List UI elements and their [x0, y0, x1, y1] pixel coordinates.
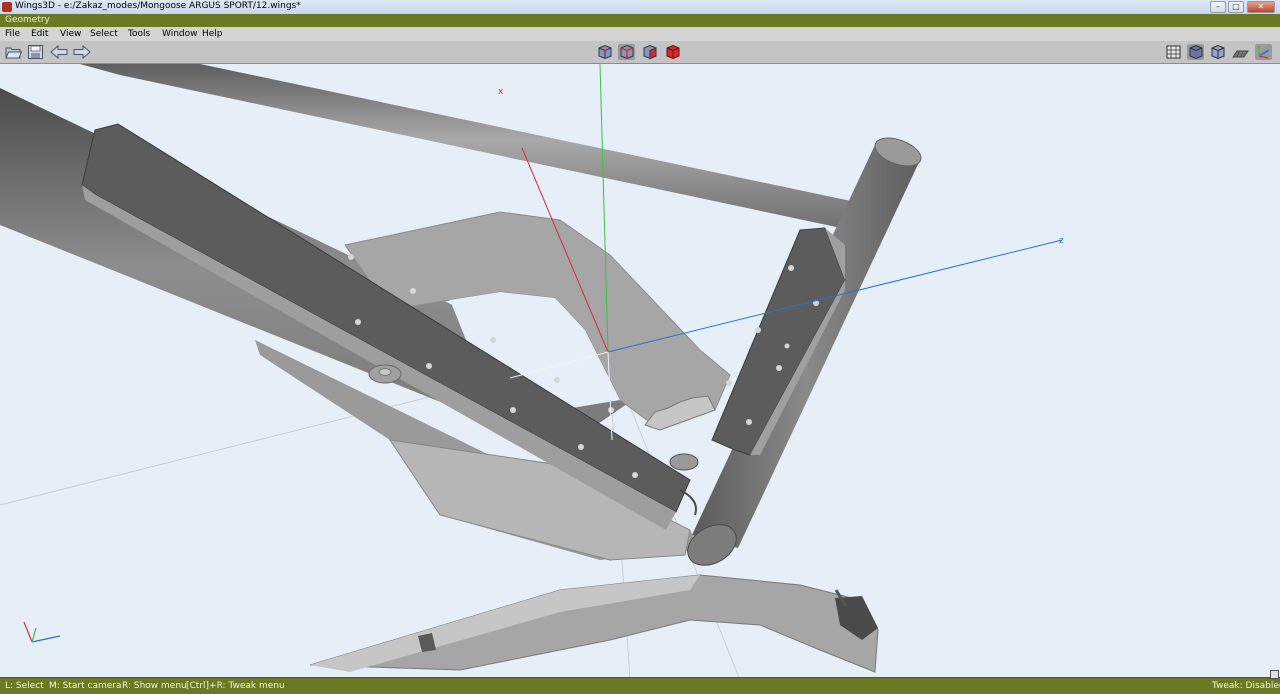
body-mode-icon[interactable]	[664, 44, 681, 60]
menu-file[interactable]: File	[5, 29, 20, 39]
bicycle-frame-model: x z	[0, 64, 1064, 677]
status-bar: L: Select M: Start camera R: Show menu […	[0, 670, 1280, 694]
status-ctrl-hint: [Ctrl]+R: Tweak menu	[186, 681, 285, 691]
axes-toggle-icon[interactable]	[1255, 44, 1272, 60]
edge-mode-icon[interactable]	[618, 44, 635, 60]
maximize-button[interactable]: □	[1228, 1, 1244, 13]
resize-grip-icon[interactable]	[1270, 670, 1279, 679]
geometry-viewport[interactable]: x z	[0, 64, 1280, 677]
geometry-window-bar: Geometry	[0, 14, 1280, 28]
face-mode-icon[interactable]	[641, 44, 658, 60]
status-tweak: Tweak: Disabled	[1212, 681, 1280, 691]
mini-axis-indicator	[23, 621, 61, 643]
undo-arrow-icon[interactable]	[50, 44, 68, 60]
save-disk-icon[interactable]	[27, 44, 44, 60]
wireframe-toggle-icon[interactable]	[1165, 44, 1182, 60]
geometry-label: Geometry	[5, 15, 50, 25]
menu-help[interactable]: Help	[202, 29, 223, 39]
window-title: Wings3D - e:/Zakaz_modes/Mongoose ARGUS …	[15, 1, 301, 11]
vertex-mode-icon[interactable]	[596, 44, 613, 60]
status-right-click-hint: R: Show menu	[122, 681, 187, 691]
minimize-button[interactable]: –	[1210, 1, 1226, 13]
close-button[interactable]: ✕	[1247, 1, 1275, 13]
menu-window[interactable]: Window	[162, 29, 198, 39]
smooth-shade-icon[interactable]	[1187, 44, 1204, 60]
x-axis-label: x	[498, 87, 504, 97]
toolbar	[0, 41, 1280, 64]
open-folder-icon[interactable]	[5, 44, 22, 60]
status-left-click-hint: L: Select	[5, 681, 44, 691]
menu-select[interactable]: Select	[90, 29, 118, 39]
groundplane-icon[interactable]	[1232, 44, 1249, 60]
menu-bar: File Edit View Select Tools Window Help	[0, 27, 1280, 42]
status-middle-click-hint: M: Start camera	[49, 681, 122, 691]
z-axis-label: z	[1059, 236, 1064, 246]
redo-arrow-icon[interactable]	[72, 44, 91, 60]
flat-shade-icon[interactable]	[1209, 44, 1226, 60]
menu-view[interactable]: View	[60, 29, 81, 39]
menu-edit[interactable]: Edit	[31, 29, 48, 39]
window-titlebar: Wings3D - e:/Zakaz_modes/Mongoose ARGUS …	[0, 0, 1280, 15]
wings3d-app-icon	[2, 2, 12, 12]
bearing	[669, 453, 699, 471]
menu-tools[interactable]: Tools	[128, 29, 150, 39]
